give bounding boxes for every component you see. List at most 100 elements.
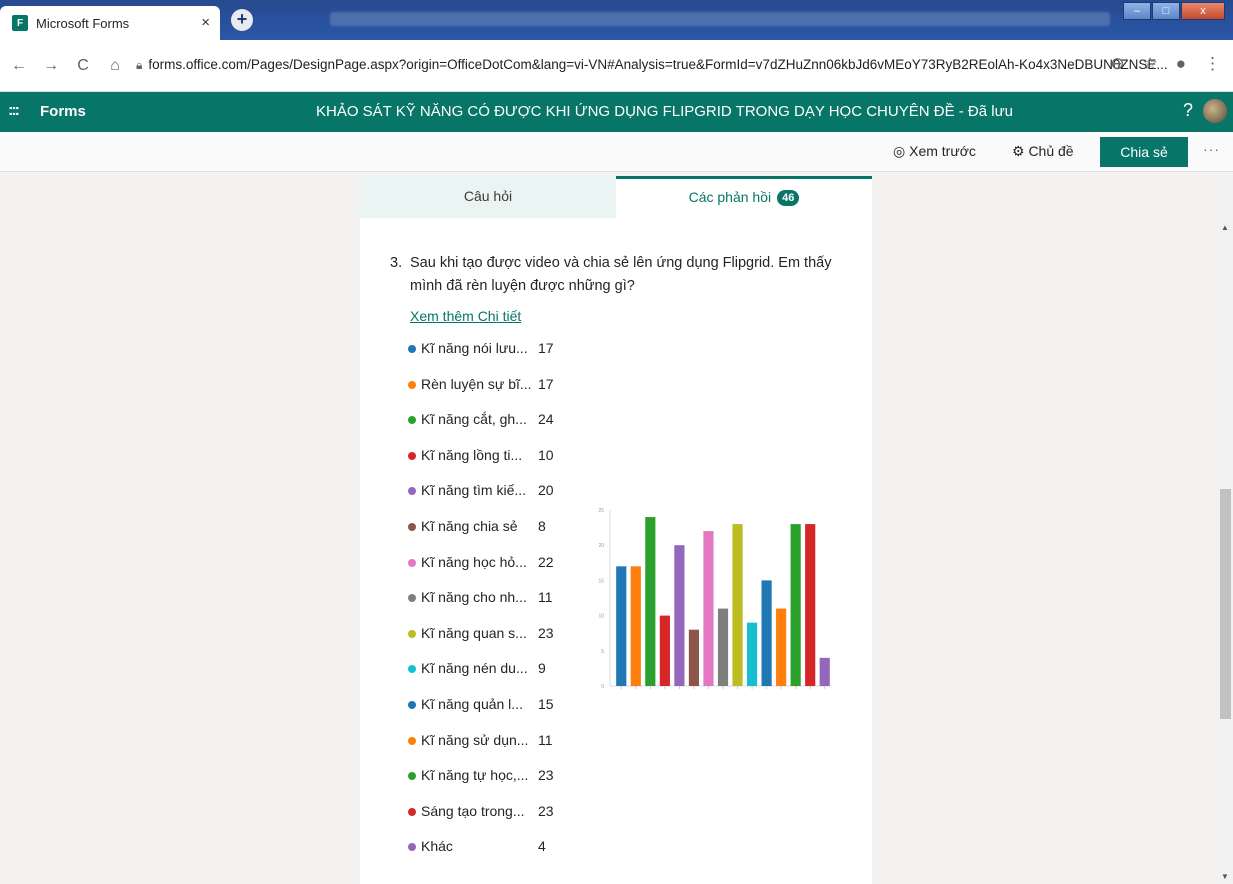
chart-bar (761, 580, 772, 686)
reload-icon[interactable]: C (70, 57, 96, 75)
user-avatar[interactable] (1203, 99, 1227, 123)
chart-bar (805, 524, 816, 686)
legend-label: Kĩ năng nén du... (421, 660, 528, 677)
legend-label: Kĩ năng tìm kiế... (421, 482, 527, 499)
forms-favicon-icon: F (12, 15, 28, 31)
scroll-up-arrow-icon[interactable]: ▲ (1221, 223, 1229, 232)
panel-tabs: Câu hỏi Các phản hồi 46 (360, 176, 872, 218)
y-tick-label: 10 (598, 614, 604, 620)
legend-dot-icon (408, 665, 416, 674)
minimize-button[interactable]: – (1123, 2, 1151, 20)
tab-responses[interactable]: Các phản hồi 46 (616, 176, 872, 218)
maximize-button[interactable]: □ (1152, 2, 1180, 20)
chart-bar (819, 657, 830, 686)
window-close-button[interactable]: x (1181, 2, 1225, 20)
legend-count: 4 (538, 838, 546, 855)
help-icon[interactable]: ? (1183, 100, 1193, 121)
chart-bar (645, 517, 656, 686)
legend-dot-icon (408, 629, 416, 638)
legend-label: Kĩ năng lồng ti... (421, 446, 523, 463)
more-details-link[interactable]: Xem thêm Chi tiết (410, 308, 521, 324)
question-text: Sau khi tạo được video và chia sẻ lên ứn… (410, 255, 832, 294)
legend-item: Kĩ năng quản l... 15 (408, 696, 568, 732)
browser-tab-strip: F Microsoft Forms × + – □ x (0, 0, 1233, 40)
url-text: forms.office.com/Pages/DesignPage.aspx?o… (148, 57, 1168, 72)
responses-panel: Câu hỏi Các phản hồi 46 3. Sau khi tạo đư… (360, 176, 872, 884)
chart-bar (688, 629, 700, 686)
form-title[interactable]: KHẢO SÁT KỸ NĂNG CÓ ĐƯỢC KHI ỨNG DỤNG FL… (316, 103, 1013, 120)
legend-count: 15 (538, 695, 554, 712)
address-bar: ← → C ⌂ 🔒︎ forms.office.com/Pages/DesignP… (0, 40, 1233, 92)
home-icon[interactable]: ⌂ (102, 57, 128, 75)
browser-menu-icon[interactable]: ⋮ (1204, 54, 1221, 74)
legend-count: 10 (538, 446, 554, 463)
tab-responses-label: Các phản hồi (688, 189, 772, 205)
legend-item: Kĩ năng sử dụn... 11 (408, 732, 568, 768)
y-tick-label: 25 (598, 508, 604, 514)
legend-item: Kĩ năng nói lưu... 17 (408, 340, 568, 376)
legend-count: 17 (538, 375, 554, 392)
legend-item: Kĩ năng tìm kiế... 20 (408, 482, 568, 518)
bookmark-star-icon[interactable]: ☆ (1142, 54, 1157, 74)
legend-label: Kĩ năng sử dụn... (421, 731, 529, 748)
legend-dot-icon (408, 843, 416, 852)
chart-bar (703, 531, 714, 686)
chart-bar (616, 566, 627, 686)
back-icon[interactable]: ← (6, 57, 32, 75)
forms-brand[interactable]: Forms (40, 103, 86, 120)
legend-item: Kĩ năng lồng ti... 10 (408, 447, 568, 483)
preview-button[interactable]: ◎ Xem trước (893, 143, 976, 160)
legend-label: Rèn luyện sự bĩ... (421, 375, 532, 392)
legend-dot-icon (408, 807, 416, 816)
legend-label: Kĩ năng nói lưu... (421, 340, 528, 356)
legend-label: Sáng tạo trong... (421, 802, 525, 819)
theme-button[interactable]: ⚙ Chủ đề (1012, 143, 1074, 160)
chart-bar (717, 608, 729, 686)
close-tab-icon[interactable]: × (201, 14, 210, 31)
lock-icon: 🔒︎ (136, 58, 143, 72)
legend-dot-icon (408, 594, 416, 603)
legend-dot-icon (408, 736, 416, 745)
legend-item: Khác 4 (408, 838, 568, 874)
chart-bar (746, 622, 758, 686)
legend-item: Kĩ năng tự học,... 23 (408, 767, 568, 803)
app-launcher-icon[interactable]: ::: (8, 102, 20, 120)
y-tick-label: 5 (601, 649, 604, 655)
legend-label: Kĩ năng tự học,... (421, 767, 529, 784)
scroll-down-arrow-icon[interactable]: ▼ (1221, 872, 1229, 881)
address-bar-actions: ⊖ ☆ ● ⋮ (1110, 54, 1221, 74)
responses-count-badge: 46 (777, 190, 800, 207)
legend-label: Kĩ năng chia sẻ (421, 517, 518, 534)
legend-label: Kĩ năng học hỏ... (421, 553, 527, 570)
question-number: 3. (390, 255, 403, 271)
legend-count: 11 (538, 589, 553, 606)
zoom-icon[interactable]: ⊖ (1110, 54, 1124, 74)
y-tick-label: 20 (598, 543, 604, 549)
chart-bar (674, 545, 685, 686)
url-field[interactable]: 🔒︎ forms.office.com/Pages/DesignPage.aspx… (136, 57, 1168, 73)
legend-dot-icon (408, 700, 416, 709)
legend-item: Kĩ năng chia sẻ 8 (408, 518, 568, 554)
share-button[interactable]: Chia sẻ (1100, 137, 1188, 167)
legend-dot-icon (408, 380, 416, 389)
legend-dot-icon (408, 772, 416, 781)
chart-bar (732, 524, 743, 686)
bar-chart: 0 5 10 15 20 25 (598, 508, 832, 690)
chart-legend: Kĩ năng nói lưu... 17 Rèn luyện sự bĩ... 17… (408, 340, 568, 874)
legend-count: 23 (538, 802, 554, 819)
tab-title: Microsoft Forms (36, 15, 130, 31)
profile-icon[interactable]: ● (1176, 54, 1186, 74)
tab-questions[interactable]: Câu hỏi (360, 176, 616, 218)
chart-bar (790, 524, 801, 686)
legend-count: 17 (538, 340, 554, 356)
legend-label: Kĩ năng quan s... (421, 624, 527, 641)
forward-icon[interactable]: → (38, 57, 64, 75)
scrollbar-thumb[interactable] (1220, 489, 1231, 719)
legend-count: 20 (538, 482, 554, 499)
new-tab-button[interactable]: + (231, 9, 253, 31)
browser-tab[interactable]: F Microsoft Forms × (0, 6, 220, 40)
legend-label: Kĩ năng cho nh... (421, 589, 527, 606)
more-options-icon[interactable]: ··· (1203, 141, 1220, 157)
legend-dot-icon (408, 416, 416, 425)
legend-label: Kĩ năng quản l... (421, 695, 523, 712)
